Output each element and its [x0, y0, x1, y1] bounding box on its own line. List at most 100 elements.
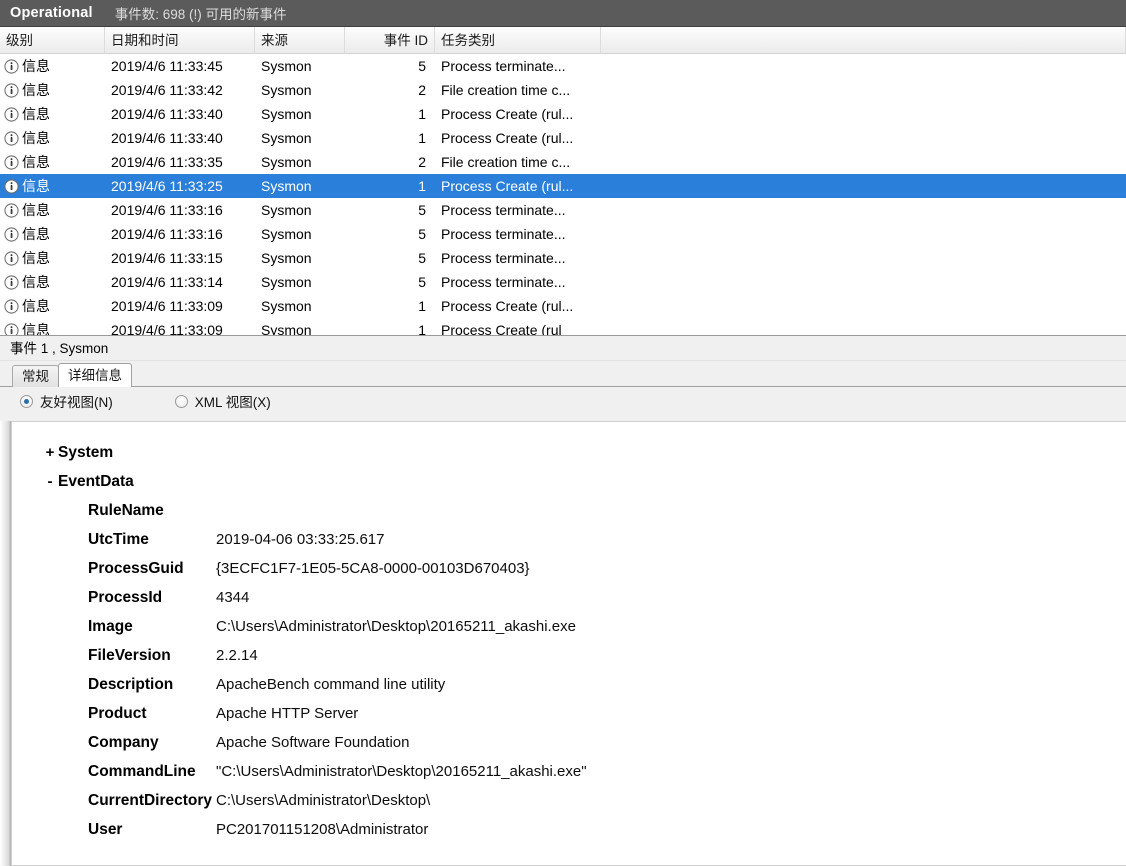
information-icon [4, 322, 19, 335]
table-row[interactable]: 信息 2019/4/6 11:33:40 Sysmon 1 Process Create… [0, 126, 1126, 150]
column-header[interactable]: 来源 [255, 26, 345, 54]
event-source-cell: Sysmon [261, 130, 312, 146]
detail-field-value: Apache HTTP Server [216, 705, 359, 722]
detail-node[interactable]: - EventData [12, 473, 1126, 502]
event-event-id-cell: 1 [418, 130, 426, 146]
event-task-cell: Process Create (rul [441, 322, 562, 336]
event-level-label: 信息 [22, 322, 50, 336]
event-source-cell: Sysmon [261, 82, 312, 98]
event-datetime-cell: 2019/4/6 11:33:16 [111, 202, 223, 218]
detail-field-key: Image [88, 618, 133, 635]
event-event-id-cell: 5 [418, 226, 426, 242]
column-header[interactable]: 事件 ID [345, 26, 435, 54]
event-level-label: 信息 [22, 178, 50, 194]
detail-node-label: EventData [58, 473, 134, 490]
detail-field-row: Image C:\Users\Administrator\Desktop\2016… [12, 618, 1126, 647]
detail-field-row: FileVersion 2.2.14 [12, 647, 1126, 676]
event-event-id-cell: 5 [418, 274, 426, 290]
detail-field-key: UtcTime [88, 531, 149, 548]
event-list-column-headers: 级别 日期和时间 来源 事件 ID 任务类别 [0, 26, 1126, 54]
information-icon [4, 82, 19, 98]
detail-field-key: RuleName [88, 502, 164, 519]
event-source-cell: Sysmon [261, 250, 312, 266]
detail-field-value: ApacheBench command line utility [216, 676, 446, 693]
table-row[interactable]: 信息 2019/4/6 11:33:42 Sysmon 2 File creation … [0, 78, 1126, 102]
detail-field-row: RuleName [12, 502, 1126, 531]
event-task-cell: Process terminate... [441, 274, 566, 290]
detail-field-key: Company [88, 734, 159, 751]
radio-xml-view[interactable]: XML 视图(X) [174, 391, 271, 411]
column-header[interactable] [601, 26, 1126, 54]
table-row[interactable]: 信息 2019/4/6 11:33:25 Sysmon 1 Process Create… [0, 174, 1126, 198]
event-list[interactable]: 信息 2019/4/6 11:33:45 Sysmon 5 Process termin… [0, 54, 1126, 336]
information-icon [4, 154, 19, 170]
event-datetime-cell: 2019/4/6 11:33:09 [111, 322, 223, 336]
radio-friendly-view[interactable]: 友好视图(N) [20, 391, 113, 411]
event-datetime-cell: 2019/4/6 11:33:15 [111, 250, 223, 266]
table-row[interactable]: 信息 2019/4/6 11:33:16 Sysmon 5 Process termin… [0, 198, 1126, 222]
detail-field-value: "C:\Users\Administrator\Desktop\20165211… [216, 763, 587, 780]
detail-field-key: Description [88, 676, 174, 693]
detail-field-key: FileVersion [88, 647, 171, 664]
detail-tabstrip: 常规 详细信息 [0, 361, 1126, 387]
detail-field-row: CurrentDirectory C:\Users\Administrator\D… [12, 792, 1126, 821]
detail-field-row: CommandLine "C:\Users\Administrator\Deskt… [12, 763, 1126, 792]
detail-field-value: 2019-04-06 03:33:25.617 [216, 531, 385, 548]
detail-field-value: C:\Users\Administrator\Desktop\ [216, 792, 431, 809]
event-source-cell: Sysmon [261, 226, 312, 242]
table-row[interactable]: 信息 2019/4/6 11:33:09 Sysmon 1 Process Create… [0, 294, 1126, 318]
event-datetime-cell: 2019/4/6 11:33:40 [111, 106, 223, 122]
event-level-cell: 信息 [0, 174, 105, 198]
event-level-cell: 信息 [0, 78, 105, 102]
detail-field-row: Description ApacheBench command line util… [12, 676, 1126, 705]
table-row[interactable]: 信息 2019/4/6 11:33:40 Sysmon 1 Process Create… [0, 102, 1126, 126]
detail-content: + System - EventData RuleName UtcTime 2019-04-… [11, 421, 1126, 866]
event-detail-pane: 事件 1 , Sysmon 常规 详细信息 友好视图(N) XML 视图(X) + S… [0, 336, 1126, 866]
collapse-icon[interactable]: - [42, 473, 58, 490]
event-level-cell: 信息 [0, 222, 105, 246]
information-icon [4, 130, 19, 146]
log-titlebar: Operational 事件数: 698 (!) 可用的新事件 [0, 0, 1126, 27]
event-level-cell: 信息 [0, 126, 105, 150]
event-source-cell: Sysmon [261, 106, 312, 122]
table-row[interactable]: 信息 2019/4/6 11:33:15 Sysmon 5 Process termin… [0, 246, 1126, 270]
detail-vertical-scrollbar[interactable] [0, 421, 11, 866]
event-source-cell: Sysmon [261, 274, 312, 290]
event-level-cell: 信息 [0, 294, 105, 318]
expand-icon[interactable]: + [42, 444, 58, 461]
tab-general[interactable]: 常规 [12, 365, 59, 387]
event-event-id-cell: 1 [418, 322, 426, 336]
event-level-label: 信息 [22, 130, 50, 146]
column-header[interactable]: 日期和时间 [105, 26, 255, 54]
radio-indicator[interactable] [20, 394, 33, 408]
detail-field-key: Product [88, 705, 147, 722]
tab-details[interactable]: 详细信息 [58, 363, 132, 387]
log-name-label: Operational [10, 5, 93, 21]
information-icon [4, 106, 19, 122]
event-level-cell: 信息 [0, 318, 105, 336]
event-datetime-cell: 2019/4/6 11:33:40 [111, 130, 223, 146]
event-task-cell: Process Create (rul... [441, 298, 574, 314]
table-row[interactable]: 信息 2019/4/6 11:33:35 Sysmon 2 File creation … [0, 150, 1126, 174]
event-level-cell: 信息 [0, 246, 105, 270]
detail-node[interactable]: + System [12, 444, 1126, 473]
information-icon [4, 202, 19, 218]
event-level-label: 信息 [22, 58, 50, 74]
event-event-id-cell: 2 [418, 154, 426, 170]
event-task-cell: Process terminate... [441, 250, 566, 266]
event-event-id-cell: 1 [418, 298, 426, 314]
detail-field-key: CommandLine [88, 763, 196, 780]
radio-label: 友好视图(N) [40, 395, 113, 410]
event-event-id-cell: 2 [418, 82, 426, 98]
column-header[interactable]: 任务类别 [435, 26, 601, 54]
table-row[interactable]: 信息 2019/4/6 11:33:14 Sysmon 5 Process termin… [0, 270, 1126, 294]
event-level-label: 信息 [22, 226, 50, 242]
detail-field-key: ProcessId [88, 589, 163, 606]
radio-indicator[interactable] [174, 394, 188, 408]
detail-field-key: User [88, 821, 123, 838]
table-row[interactable]: 信息 2019/4/6 11:33:45 Sysmon 5 Process termin… [0, 54, 1126, 78]
table-row[interactable]: 信息 2019/4/6 11:33:09 Sysmon 1 Process Create… [0, 318, 1126, 336]
information-icon [4, 274, 19, 290]
column-header[interactable]: 级别 [0, 26, 105, 54]
table-row[interactable]: 信息 2019/4/6 11:33:16 Sysmon 5 Process termin… [0, 222, 1126, 246]
